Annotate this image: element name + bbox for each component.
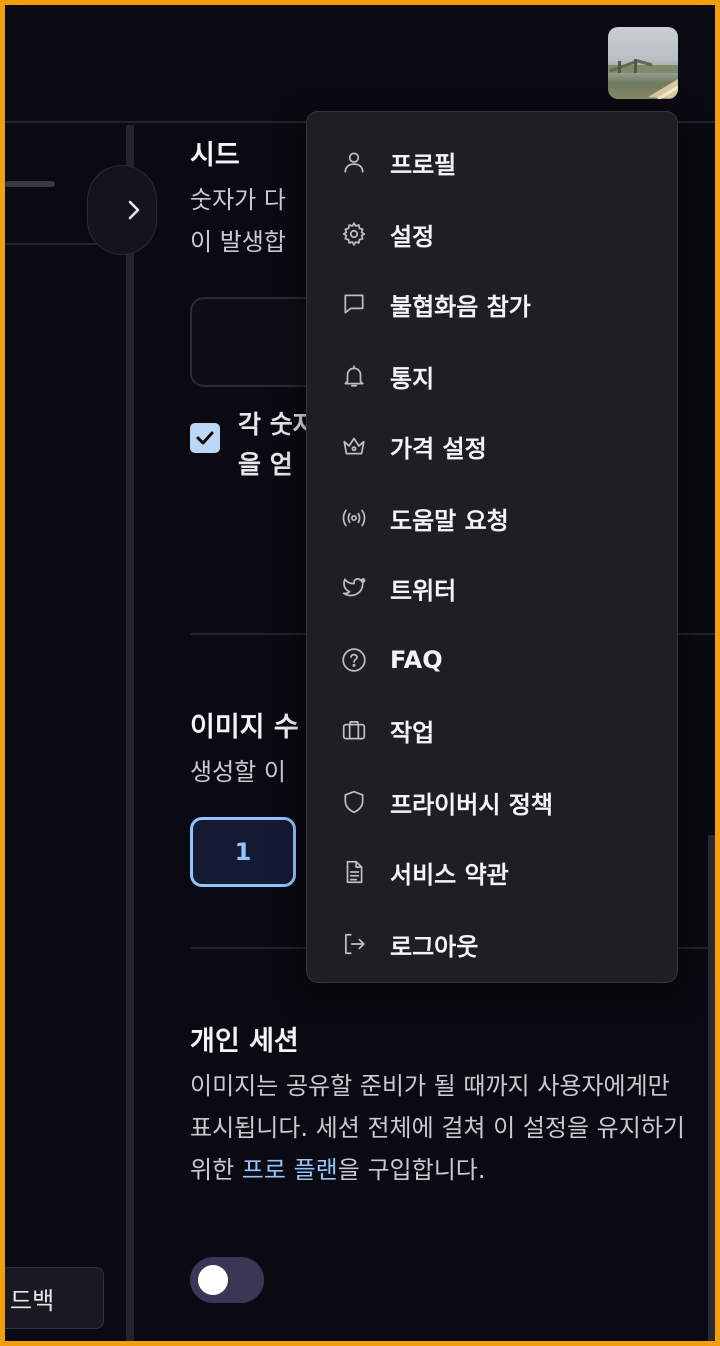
menu-item-label: 도움말 요청	[390, 506, 509, 535]
image-count-title: 이미지 수	[190, 712, 299, 743]
seed-checkbox-label-line1: 각 숫자	[238, 410, 316, 439]
menu-item-profile[interactable]: 프로필	[307, 134, 679, 190]
menu-item-label: 서비스 약관	[390, 860, 509, 889]
toggle-knob	[198, 1265, 228, 1295]
seed-desc-line1: 숫자가 다	[190, 186, 286, 214]
chat-bubble-icon	[339, 289, 369, 319]
private-session-title: 개인 세션	[190, 1026, 299, 1057]
avatar-photo	[608, 59, 678, 99]
seed-checkbox-label: 각 숫자 을 얻	[238, 405, 316, 485]
gear-icon	[339, 219, 369, 249]
top-bar	[5, 5, 715, 123]
menu-item-terms[interactable]: 서비스 약관	[307, 844, 679, 900]
menu-item-label: 프라이버시 정책	[390, 790, 553, 819]
seed-checkbox-label-line2: 을 얻	[238, 450, 293, 479]
menu-item-pricing[interactable]: 가격 설정	[307, 418, 679, 474]
private-session-desc-end: 을 구입합니다.	[337, 1156, 486, 1184]
private-session-desc: 이미지는 공유할 준비가 될 때까지 사용자에게만 표시됩니다. 세션 전체에 …	[190, 1065, 690, 1191]
menu-item-label: 설정	[390, 222, 435, 251]
menu-item-privacy[interactable]: 프라이버시 정책	[307, 774, 679, 830]
bell-icon	[339, 361, 369, 391]
briefcase-icon	[339, 715, 369, 745]
document-icon	[339, 857, 369, 887]
menu-item-twitter[interactable]: 트위터	[307, 560, 679, 616]
scrollbar[interactable]	[708, 835, 715, 1341]
menu-item-label: 불협화음 참가	[390, 292, 531, 321]
menu-item-jobs[interactable]: 작업	[307, 702, 679, 758]
logout-icon	[339, 929, 369, 959]
menu-item-label: 트위터	[390, 576, 457, 605]
broadcast-icon	[339, 503, 369, 533]
menu-item-label: 프로필	[390, 150, 457, 179]
menu-item-faq[interactable]: FAQ	[307, 632, 679, 688]
menu-item-notifications[interactable]: 통지	[307, 348, 679, 404]
private-session-toggle[interactable]	[190, 1257, 264, 1303]
seed-desc-line2: 이 발생합	[190, 228, 286, 256]
pro-plan-link[interactable]: 프로 플랜	[242, 1156, 338, 1184]
seed-title: 시드	[190, 140, 240, 171]
left-sidebar	[5, 125, 134, 1341]
image-count-option-1[interactable]: 1	[190, 817, 296, 887]
menu-item-label: 가격 설정	[390, 434, 487, 463]
sidebar-collapse-button[interactable]	[87, 165, 157, 255]
menu-item-label: FAQ	[390, 646, 443, 674]
menu-item-label: 통지	[390, 364, 435, 393]
account-menu: 프로필 설정 불협화음 참가 통지 가격 설정 도움말 요청 트위터 FAQ 작…	[306, 111, 678, 983]
user-icon	[339, 147, 369, 177]
menu-item-label: 로그아웃	[390, 932, 479, 961]
app-frame: 드백 시드 숫자가 다 이 발생합 각 숫자 을 얻 이미지 수 생성할 이 1…	[5, 5, 715, 1341]
chevron-right-icon	[128, 200, 140, 220]
shield-icon	[339, 787, 369, 817]
menu-item-settings[interactable]: 설정	[307, 206, 679, 262]
crown-icon	[339, 431, 369, 461]
twitter-icon	[339, 573, 369, 603]
menu-item-logout[interactable]: 로그아웃	[307, 916, 679, 972]
feedback-button[interactable]: 드백	[5, 1267, 104, 1329]
seed-checkbox[interactable]	[190, 423, 220, 453]
image-count-desc: 생성할 이	[190, 758, 286, 786]
checkmark-icon	[196, 431, 214, 445]
question-circle-icon	[339, 645, 369, 675]
menu-item-label: 작업	[390, 718, 435, 747]
menu-item-help[interactable]: 도움말 요청	[307, 490, 679, 546]
menu-item-join-discord[interactable]: 불협화음 참가	[307, 276, 679, 332]
sidebar-slider[interactable]	[5, 181, 55, 187]
user-avatar[interactable]	[608, 27, 678, 99]
